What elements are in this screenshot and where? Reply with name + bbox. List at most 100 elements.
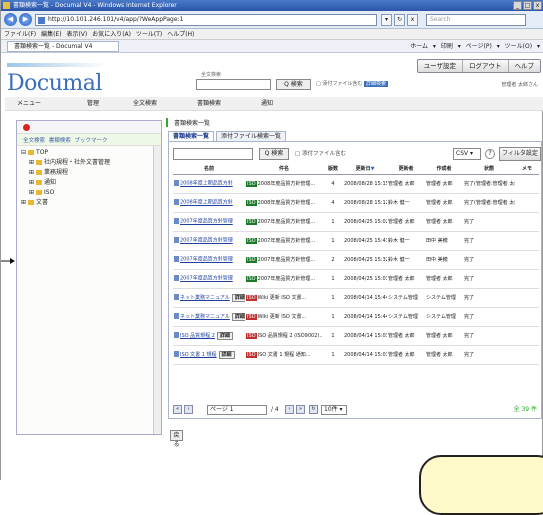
col-name[interactable]: 名前 (173, 164, 245, 175)
refresh-list-icon[interactable]: ↻ (309, 405, 318, 414)
stop-icon[interactable]: x (407, 14, 418, 26)
tab-attachment-list[interactable]: 添付ファイル検索一覧 (216, 131, 287, 141)
prev-page-icon[interactable]: ‹ (184, 405, 193, 414)
document-link[interactable]: ISO 文書 1 規程 (180, 352, 217, 358)
tree-node-top[interactable]: ⊟ TOP (21, 148, 157, 158)
forward-arrow-icon[interactable]: ▶ (19, 13, 32, 26)
quick-search-input[interactable] (196, 79, 271, 90)
menu-favorites[interactable]: お気に入り(A) (92, 31, 131, 38)
table-row[interactable]: 2007年度品質方針管理 ISO 2007年度品質方針管理... 1 2008/04/2… (173, 231, 539, 251)
tree-node[interactable]: ⊞ 業務規程 (21, 168, 157, 178)
cell-name[interactable]: 2007年度品質方針管理 (173, 250, 245, 270)
attachment-checkbox[interactable]: □ (295, 151, 302, 157)
table-row[interactable]: 2007年度品質方針管理 ISO 2007年度品質方針管理... 1 2008/04/2… (173, 269, 539, 289)
menu-tools[interactable]: ツール(T) (136, 31, 162, 38)
address-dropdown-icon[interactable]: ▾ (381, 14, 392, 26)
page-input[interactable]: ページ 1 (207, 405, 267, 415)
back-arrow-icon[interactable]: ◀ (4, 13, 17, 26)
menu-help[interactable]: ヘルプ(H) (167, 31, 194, 38)
document-link[interactable]: 2007年度品質方針管理 (180, 219, 233, 225)
quick-search-option[interactable]: □ 添付ファイル含む 詳細検索 (316, 79, 388, 90)
nav-menu[interactable]: メニュー (17, 97, 41, 111)
table-row[interactable]: ISO 文書 1 規程 詳細 ISO ISO 文書 1 規程 通知... 1 2008/0… (173, 345, 539, 365)
tree-node[interactable]: ⊞ 通知 (21, 178, 157, 188)
cell-name[interactable]: 2007年度品質方針管理 (173, 212, 245, 232)
record-icon[interactable] (23, 124, 30, 131)
nav-doc-search[interactable]: 書類検索 (197, 97, 221, 111)
left-panel-tabs[interactable]: 全文検索 書類検索 ブックマーク (17, 134, 161, 146)
table-row[interactable]: 2008年度上期品質方針 ISO 2008年度品質方針管理... 4 2008/08/2… (173, 174, 539, 194)
document-link[interactable]: ISO 品質規程 2 (180, 333, 215, 339)
list-search-button[interactable]: Q 検索 (259, 148, 289, 160)
menu-file[interactable]: ファイル(F) (4, 31, 36, 38)
table-row[interactable]: ISO 品質規程 2 詳細 ISO ISO 品質規程 2 (ISO9002)... 1 2… (173, 326, 539, 346)
close-button[interactable]: x (533, 1, 542, 10)
detail-button[interactable]: 詳細 (231, 312, 245, 321)
browser-tab[interactable]: 書類検索一覧 - Documal V4 (7, 41, 119, 52)
logout-button[interactable]: ログアウト (463, 60, 509, 72)
command-bar[interactable]: ホーム ▾ 印刷 ▾ ページ(P) ▾ ツール(O) ▾ (410, 40, 540, 53)
document-link[interactable]: 2007年度品質方針管理 (180, 276, 233, 282)
detail-button[interactable]: 詳細 (231, 293, 245, 302)
help-button[interactable]: ヘルプ (509, 60, 541, 72)
table-row[interactable]: ネット業務マニュアル 詳細 ISO Wiki 更新 ISO 文書... 1 2008/04… (173, 288, 539, 308)
tab-doc-list[interactable]: 書類検索一覧 (168, 131, 215, 141)
document-link[interactable]: ネット業務マニュアル (180, 295, 230, 301)
detail-button[interactable]: 詳細 (216, 331, 233, 340)
col-subject[interactable]: 件名 (245, 164, 323, 175)
table-row[interactable]: 2007年度品質方針管理 ISO 2007年度品質方針管理... 1 2008/04/2… (173, 212, 539, 232)
browser-search-input[interactable]: Search (426, 14, 526, 26)
maximize-button[interactable]: □ (523, 1, 532, 10)
export-format-select[interactable]: CSV ▾ (453, 148, 481, 160)
cell-name[interactable]: 2008年度上期品質方針 (173, 174, 245, 194)
col-updated[interactable]: 更新日▼ (343, 164, 387, 175)
col-memo[interactable]: メモ (515, 164, 539, 175)
tree-node[interactable]: ⊞ 社内規程・社外文書管理 (21, 158, 157, 168)
cell-name[interactable]: ISO 品質規程 2 詳細 (173, 326, 245, 346)
advanced-search-link[interactable]: 詳細検索 (363, 81, 388, 87)
last-page-icon[interactable]: » (296, 405, 305, 414)
tree-node[interactable]: ⊞ ISO (21, 188, 157, 198)
quick-search-button[interactable]: Q 検索 (276, 79, 311, 90)
cell-subject: ISO ISO 品質規程 2 (ISO9002)... (245, 326, 323, 346)
cell-name[interactable]: ISO 文書 1 規程 詳細 (173, 345, 245, 365)
left-scrollbar[interactable] (153, 146, 161, 434)
col-updater[interactable]: 更新者 (387, 164, 425, 175)
document-link[interactable]: ネット業務マニュアル (180, 314, 230, 320)
refresh-icon[interactable]: ↻ (394, 14, 405, 26)
list-search-input[interactable] (173, 148, 253, 160)
cell-name[interactable]: 2007年度品質方針管理 (173, 269, 245, 289)
minimize-button[interactable]: _ (513, 1, 522, 10)
cell-name[interactable]: 2007年度品質方針管理 (173, 231, 245, 251)
address-field[interactable]: http://10.101.246.101/v4/app/?WeAppPage:… (35, 14, 377, 26)
attachment-checkbox[interactable]: □ (316, 81, 321, 87)
nav-admin[interactable]: 管理 (87, 97, 99, 111)
document-link[interactable]: 2007年度品質方針管理 (180, 238, 233, 244)
tree-node[interactable]: ⊞ 文書 (21, 198, 157, 208)
nav-notice[interactable]: 通知 (261, 97, 273, 111)
page-size-select[interactable]: 10件 ▾ (321, 405, 347, 415)
menu-edit[interactable]: 編集(E) (41, 31, 61, 38)
cell-name[interactable]: 2008年度上期品質方針 (173, 193, 245, 213)
col-status[interactable]: 状態 (463, 164, 515, 175)
nav-fulltext[interactable]: 全文検索 (133, 97, 157, 111)
cell-name[interactable]: ネット業務マニュアル 詳細 (173, 288, 245, 308)
user-settings-button[interactable]: ユーザ設定 (418, 60, 463, 72)
help-icon[interactable]: ? (485, 149, 495, 159)
table-row[interactable]: ネット業務マニュアル 詳細 ISO Wiki 更新 ISO 文書... 1 2008/04… (173, 307, 539, 327)
col-version[interactable]: 版数 (323, 164, 343, 175)
cell-name[interactable]: ネット業務マニュアル 詳細 (173, 307, 245, 327)
next-page-icon[interactable]: › (285, 405, 294, 414)
col-creator[interactable]: 作成者 (425, 164, 463, 175)
first-page-icon[interactable]: « (173, 405, 182, 414)
table-row[interactable]: 2007年度品質方針管理 ISO 2007年度品質方針管理... 2 2008/04/2… (173, 250, 539, 270)
document-link[interactable]: 2008年度上期品質方針 (180, 200, 233, 206)
table-row[interactable]: 2008年度上期品質方針 ISO 2008年度品質方針管理... 4 2008/08/2… (173, 193, 539, 213)
filter-settings-button[interactable]: フィルタ設定 (499, 147, 541, 161)
attachment-option[interactable]: □ 添付ファイル含む (295, 148, 346, 160)
document-link[interactable]: 2008年度上期品質方針 (180, 181, 233, 187)
document-link[interactable]: 2007年度品質方針管理 (180, 257, 233, 263)
back-button[interactable]: 戻る (170, 430, 183, 448)
menu-view[interactable]: 表示(V) (66, 31, 87, 38)
detail-button[interactable]: 詳細 (218, 350, 235, 359)
